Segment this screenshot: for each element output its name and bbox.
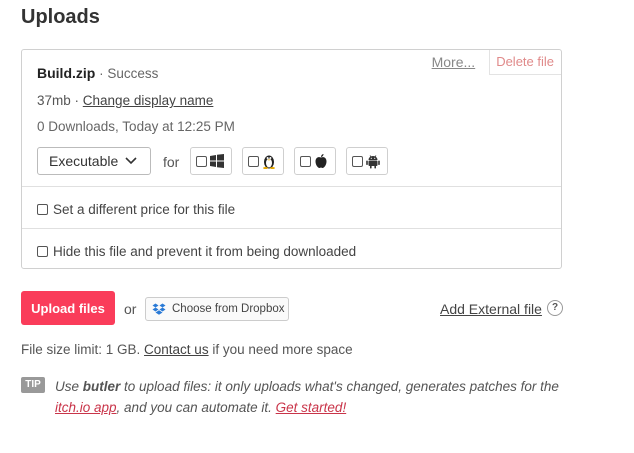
file-size-line: 37mb · Change display name — [37, 93, 213, 108]
hide-file-checkbox[interactable] — [37, 246, 48, 257]
file-status: · Success — [95, 66, 159, 81]
page-title: Uploads — [21, 6, 100, 28]
windows-checkbox[interactable] — [196, 155, 207, 167]
different-price-checkbox[interactable] — [37, 204, 48, 215]
contact-us-link[interactable]: Contact us — [144, 342, 209, 357]
card-divider — [22, 186, 561, 187]
file-name-line: Build.zip · Success — [37, 65, 158, 81]
file-name: Build.zip — [37, 65, 96, 81]
limit-suffix: if you need more space — [208, 342, 353, 357]
mac-checkbox[interactable] — [300, 155, 311, 167]
help-icon[interactable]: ? — [547, 300, 563, 316]
file-size: 37mb · — [37, 93, 83, 108]
android-icon — [366, 155, 380, 169]
dropbox-label: Choose from Dropbox — [172, 303, 285, 315]
linux-checkbox[interactable] — [248, 155, 259, 167]
change-display-name-link[interactable]: Change display name — [83, 93, 214, 108]
upload-files-button[interactable]: Upload files — [21, 291, 115, 325]
platform-windows-toggle[interactable] — [190, 147, 232, 175]
file-type-select[interactable]: Executable — [37, 147, 151, 175]
chevron-down-icon — [125, 157, 137, 165]
file-downloads: 0 Downloads, Today at 12:25 PM — [37, 119, 235, 134]
hide-file-label: Hide this file and prevent it from being… — [53, 244, 357, 259]
platform-android-toggle[interactable] — [346, 147, 388, 175]
tip-text-part: , and you can automate it. — [116, 400, 276, 415]
tip-text-part: Use — [55, 379, 83, 394]
platform-linux-toggle[interactable] — [242, 147, 284, 175]
or-label: or — [124, 301, 137, 317]
add-external-file-link[interactable]: Add External file — [440, 301, 542, 317]
tip-text: Use butler to upload files: it only uplo… — [55, 376, 575, 418]
different-price-label: Set a different price for this file — [53, 202, 236, 217]
limit-prefix: File size limit: 1 GB. — [21, 342, 145, 357]
get-started-link[interactable]: Get started! — [276, 400, 347, 415]
windows-icon — [210, 154, 224, 168]
linux-icon — [263, 155, 275, 169]
tip-text-part: to upload files: it only uploads what's … — [120, 379, 559, 394]
card-divider — [22, 228, 561, 229]
hide-file-option[interactable]: Hide this file and prevent it from being… — [37, 244, 356, 259]
apple-icon — [315, 154, 327, 168]
upload-file-card: More... Delete file Build.zip · Success … — [21, 49, 562, 269]
file-actions: More... Delete file — [432, 50, 561, 75]
more-link[interactable]: More... — [432, 50, 490, 74]
platform-for-label: for — [163, 154, 180, 170]
butler-label: butler — [82, 379, 121, 394]
delete-file-button[interactable]: Delete file — [489, 50, 561, 75]
choose-from-dropbox-button[interactable]: Choose from Dropbox — [145, 297, 289, 321]
tip-badge: TIP — [21, 377, 45, 393]
different-price-option[interactable]: Set a different price for this file — [37, 202, 235, 217]
file-size-limit: File size limit: 1 GB. Contact us if you… — [21, 342, 353, 357]
dropbox-icon — [152, 303, 166, 315]
platform-mac-toggle[interactable] — [294, 147, 336, 175]
file-type-value: Executable — [49, 153, 119, 169]
android-checkbox[interactable] — [352, 155, 363, 167]
itch-app-link[interactable]: itch.io app — [55, 400, 117, 415]
